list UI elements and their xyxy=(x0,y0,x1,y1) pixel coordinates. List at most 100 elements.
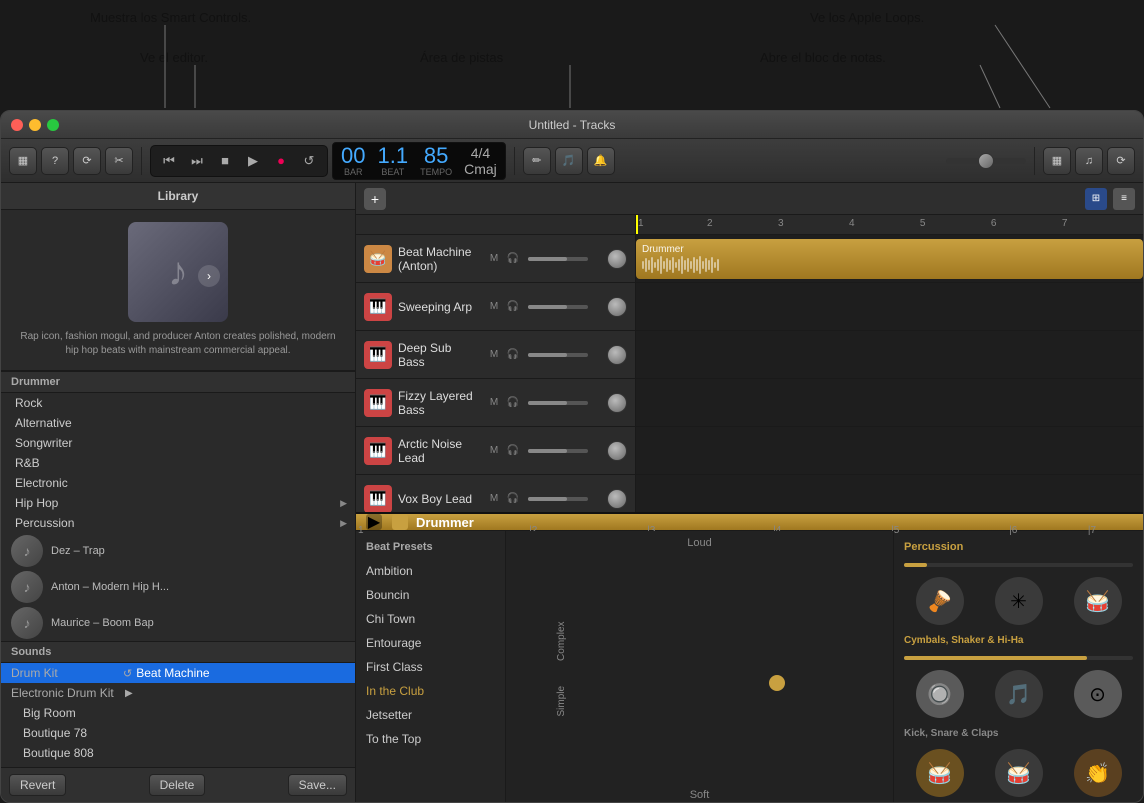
drummer-item[interactable]: ♪ Dez – Trap xyxy=(1,533,355,569)
loop-button[interactable]: ⟳ xyxy=(73,147,101,175)
track-header-5[interactable]: 🎹 Vox Boy Lead M 🎧 xyxy=(356,475,635,512)
track-mute-btn[interactable]: M xyxy=(486,251,502,267)
preset-chi-town[interactable]: Chi Town xyxy=(356,607,505,631)
library-category-r-b[interactable]: R&B xyxy=(1,453,355,473)
track-header-0[interactable]: 🥁 Beat Machine (Anton) M 🎧 xyxy=(356,235,635,283)
record-button[interactable]: ● xyxy=(269,149,293,173)
track-headphone-btn[interactable]: 🎧 xyxy=(505,443,521,459)
minimize-button[interactable] xyxy=(29,119,41,131)
track-header-2[interactable]: 🎹 Deep Sub Bass M 🎧 xyxy=(356,331,635,379)
library-category-hip-hop[interactable]: Hip Hop xyxy=(1,493,355,513)
track-lane-3[interactable] xyxy=(636,331,1143,379)
track-volume-slider[interactable] xyxy=(528,449,588,453)
save-button[interactable]: Save... xyxy=(288,774,347,796)
drummer-item[interactable]: ♪ Maurice – Boom Bap xyxy=(1,605,355,641)
perc-cowbell[interactable]: 🪘 xyxy=(904,577,975,625)
track-knob[interactable] xyxy=(607,297,627,317)
apple-loops-button[interactable]: ⟳ xyxy=(1107,147,1135,175)
play-button[interactable]: ▶ xyxy=(241,149,265,173)
electronic-kit-item[interactable]: Electronic Drum Kit ▶ xyxy=(1,683,355,703)
stop-button[interactable]: ■ xyxy=(213,149,237,173)
perc-hihat[interactable]: 🔘 xyxy=(904,670,975,718)
cymbals-slider[interactable] xyxy=(904,656,1133,660)
editor-button[interactable]: ♫ xyxy=(1075,147,1103,175)
track-mute-btn[interactable]: M xyxy=(486,443,502,459)
preset-ambition[interactable]: Ambition xyxy=(356,559,505,583)
track-knob[interactable] xyxy=(607,441,627,461)
perc-shaker[interactable]: 🎵 xyxy=(983,670,1054,718)
track-volume-slider[interactable] xyxy=(528,305,588,309)
metronome-button[interactable]: 🔔 xyxy=(587,147,615,175)
perc-kick[interactable]: 🥁 xyxy=(904,749,975,797)
flex-button[interactable]: ≡ xyxy=(1113,188,1135,210)
track-header-1[interactable]: 🎹 Sweeping Arp M 🎧 xyxy=(356,283,635,331)
preset-entourage[interactable]: Entourage xyxy=(356,631,505,655)
perc-hihat2[interactable]: ⊙ xyxy=(1062,670,1133,718)
preset-jetsetter[interactable]: Jetsetter xyxy=(356,703,505,727)
track-knob[interactable] xyxy=(607,489,627,509)
track-volume-slider[interactable] xyxy=(528,401,588,405)
cycle-button[interactable]: ↺ xyxy=(297,149,321,173)
track-headphone-btn[interactable]: 🎧 xyxy=(505,491,521,507)
smart-controls-button[interactable]: ▦ xyxy=(1043,147,1071,175)
track-lane-6[interactable] xyxy=(636,475,1143,512)
perc-splash[interactable]: ✳ xyxy=(983,577,1054,625)
track-lane-2[interactable] xyxy=(636,283,1143,331)
xy-pad-area[interactable]: Loud Simple Complex Soft xyxy=(506,531,893,803)
maximize-button[interactable] xyxy=(47,119,59,131)
library-category-rock[interactable]: Rock xyxy=(1,393,355,413)
drum-kit-item-boutique-78[interactable]: Boutique 78 xyxy=(1,723,355,743)
pencil-button[interactable]: ✏ xyxy=(523,147,551,175)
xy-dot[interactable] xyxy=(769,675,785,691)
preset-in-the-club[interactable]: In the Club xyxy=(356,679,505,703)
drummer-panel-icon[interactable]: ▶ xyxy=(366,514,382,530)
drummer-region[interactable]: Drummer xyxy=(636,239,1143,279)
track-knob[interactable] xyxy=(607,345,627,365)
scissors-button[interactable]: ✂ xyxy=(105,147,133,175)
drum-kit-item-boutique-808[interactable]: Boutique 808 xyxy=(1,743,355,763)
track-mute-btn[interactable]: M xyxy=(486,491,502,507)
perc-bongo[interactable]: 🥁 xyxy=(1062,577,1133,625)
track-knob[interactable] xyxy=(607,393,627,413)
track-lane-5[interactable] xyxy=(636,427,1143,475)
track-lane-4[interactable] xyxy=(636,379,1143,427)
library-category-alternative[interactable]: Alternative xyxy=(1,413,355,433)
preview-next-button[interactable]: › xyxy=(198,265,220,287)
track-volume-slider[interactable] xyxy=(528,257,588,261)
percussion-slider[interactable] xyxy=(904,563,1133,567)
preset-bouncin[interactable]: Bouncin xyxy=(356,583,505,607)
add-track-button[interactable]: + xyxy=(364,188,386,210)
drum-kit-item-big-room[interactable]: Big Room xyxy=(1,703,355,723)
close-button[interactable] xyxy=(11,119,23,131)
preset-first-class[interactable]: First Class xyxy=(356,655,505,679)
drummer-item[interactable]: ♪ Anton – Modern Hip H... xyxy=(1,569,355,605)
track-header-3[interactable]: 🎹 Fizzy Layered Bass M 🎧 xyxy=(356,379,635,427)
perc-snare[interactable]: 🥁 xyxy=(983,749,1054,797)
tuner-button[interactable]: 🎵 xyxy=(555,147,583,175)
track-knob[interactable] xyxy=(607,249,627,269)
fast-forward-button[interactable]: ⏭ xyxy=(185,149,209,173)
track-headphone-btn[interactable]: 🎧 xyxy=(505,251,521,267)
rewind-button[interactable]: ⏮ xyxy=(157,149,181,173)
help-button[interactable]: ? xyxy=(41,147,69,175)
drummer-color-btn[interactable] xyxy=(392,514,408,530)
library-category-percussion[interactable]: Percussion xyxy=(1,513,355,533)
library-button[interactable]: ▦ xyxy=(9,147,37,175)
drum-kit-item[interactable]: Drum Kit ↺ Beat Machine xyxy=(1,663,355,683)
track-headphone-btn[interactable]: 🎧 xyxy=(505,347,521,363)
track-headphone-btn[interactable]: 🎧 xyxy=(505,395,521,411)
track-headphone-btn[interactable]: 🎧 xyxy=(505,299,521,315)
track-mute-btn[interactable]: M xyxy=(486,347,502,363)
preset-to-the-top[interactable]: To the Top xyxy=(356,727,505,751)
track-lane-drummer[interactable]: Drummer xyxy=(636,235,1143,283)
master-volume-knob[interactable] xyxy=(978,153,994,169)
library-category-electronic[interactable]: Electronic xyxy=(1,473,355,493)
track-mute-btn[interactable]: M xyxy=(486,395,502,411)
library-category-songwriter[interactable]: Songwriter xyxy=(1,433,355,453)
track-header-4[interactable]: 🎹 Arctic Noise Lead M 🎧 xyxy=(356,427,635,475)
perc-clap[interactable]: 👏 xyxy=(1062,749,1133,797)
track-volume-slider[interactable] xyxy=(528,497,588,501)
smart-controls-mini[interactable]: ⊞ xyxy=(1085,188,1107,210)
revert-button[interactable]: Revert xyxy=(9,774,66,796)
track-mute-btn[interactable]: M xyxy=(486,299,502,315)
